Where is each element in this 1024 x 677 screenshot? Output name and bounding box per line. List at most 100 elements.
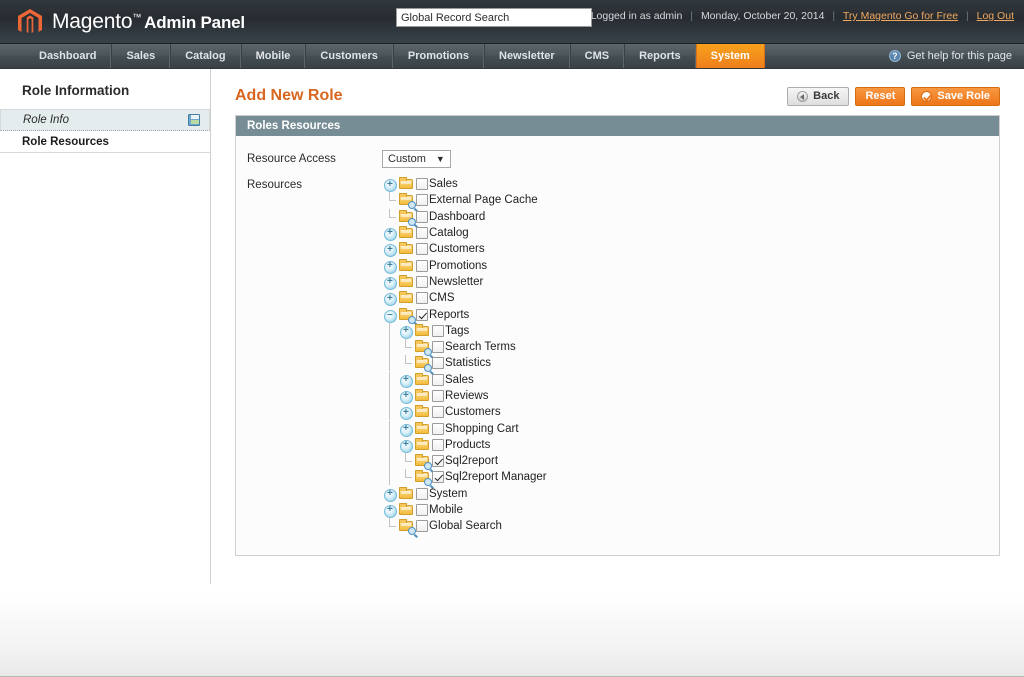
- tree-node[interactable]: Customers: [382, 404, 547, 421]
- tree-node[interactable]: Newsletter: [382, 274, 547, 290]
- magnifier-overlay-icon: [408, 527, 416, 536]
- expand-plus-icon[interactable]: [382, 241, 398, 258]
- save-role-button[interactable]: Save Role: [911, 86, 1000, 106]
- expand-plus-icon[interactable]: [382, 258, 398, 274]
- folder-shape: [415, 405, 429, 418]
- tree-node[interactable]: CMS: [382, 290, 547, 307]
- tree-node[interactable]: Global Search: [382, 518, 547, 536]
- expand-plus-icon[interactable]: [382, 176, 398, 193]
- folder-search-icon: [398, 519, 416, 536]
- expand-plus-icon[interactable]: [398, 388, 414, 404]
- tree-node[interactable]: System: [382, 486, 547, 502]
- reset-button-label: Reset: [865, 90, 896, 102]
- expand-plus-icon[interactable]: [398, 404, 414, 421]
- tree-node-label: Newsletter: [429, 275, 484, 288]
- tree-node-checkbox[interactable]: [432, 438, 444, 451]
- log-out-link[interactable]: Log Out: [977, 10, 1014, 22]
- nav-item-label: CMS: [584, 50, 610, 62]
- tree-node-checkbox[interactable]: [416, 520, 428, 533]
- tree-node-checkbox[interactable]: [416, 292, 428, 305]
- expand-plus-icon[interactable]: [382, 486, 398, 502]
- tree-node[interactable]: Mobile: [382, 502, 547, 519]
- nav-item-sales[interactable]: Sales: [111, 44, 171, 68]
- tree-node-checkbox[interactable]: [432, 341, 444, 354]
- tree-node-checkbox[interactable]: [432, 471, 444, 484]
- tree-node-checkbox[interactable]: [416, 308, 428, 321]
- tree-node[interactable]: Tags: [382, 322, 547, 339]
- tree-indent-guide: [382, 404, 398, 421]
- tree-node[interactable]: Sales: [382, 371, 547, 388]
- try-magento-go-link[interactable]: Try Magento Go for Free: [843, 10, 958, 22]
- tree-node-checkbox[interactable]: [432, 373, 444, 386]
- expand-plus-icon[interactable]: [382, 274, 398, 290]
- tree-line-icon: [398, 453, 414, 469]
- tree-node-checkbox[interactable]: [432, 324, 444, 337]
- tree-line-icon: [382, 208, 398, 225]
- expand-plus-icon[interactable]: [398, 437, 414, 453]
- reset-button[interactable]: Reset: [855, 86, 906, 106]
- tree-node[interactable]: Sql2report Manager: [382, 469, 547, 487]
- tree-node-checkbox[interactable]: [416, 178, 428, 191]
- tree-node[interactable]: Shopping Cart: [382, 420, 547, 437]
- global-search-input[interactable]: [396, 8, 592, 27]
- folder-shape: [399, 274, 413, 287]
- tree-node-checkbox[interactable]: [416, 227, 428, 240]
- tree-node[interactable]: Promotions: [382, 257, 547, 274]
- tree-node-checkbox[interactable]: [432, 357, 444, 370]
- back-button-label: Back: [813, 90, 840, 102]
- tree-node[interactable]: Dashboard: [382, 208, 547, 226]
- nav-item-cms[interactable]: CMS: [569, 44, 625, 68]
- get-help-label: Get help for this page: [906, 50, 1012, 62]
- expand-plus-icon[interactable]: [398, 323, 414, 339]
- tree-node-label: Sql2report Manager: [445, 471, 547, 484]
- tree-node-checkbox[interactable]: [432, 390, 444, 402]
- expand-plus-icon[interactable]: [398, 372, 414, 388]
- nav-item-catalog[interactable]: Catalog: [170, 44, 241, 68]
- nav-item-system[interactable]: System: [695, 44, 765, 68]
- collapse-minus-icon[interactable]: [382, 307, 398, 323]
- tree-node[interactable]: Reviews: [382, 388, 547, 404]
- sidebar-item-role-info[interactable]: Role Info: [0, 110, 210, 131]
- tree-node[interactable]: Customers: [382, 241, 547, 258]
- tree-node[interactable]: Sql2report: [382, 453, 547, 471]
- brand-name: Magento: [52, 9, 133, 33]
- tree-node-checkbox[interactable]: [416, 210, 428, 223]
- tree-node-label: Dashboard: [429, 210, 486, 223]
- tree-node-checkbox[interactable]: [416, 504, 428, 517]
- tree-node-checkbox[interactable]: [432, 422, 444, 435]
- expand-plus-icon[interactable]: [382, 225, 398, 242]
- get-help-link[interactable]: ? Get help for this page: [888, 44, 1012, 68]
- tree-node-checkbox[interactable]: [416, 487, 428, 500]
- nav-item-reports[interactable]: Reports: [624, 44, 696, 68]
- nav-item-newsletter[interactable]: Newsletter: [484, 44, 570, 68]
- tree-node[interactable]: External Page Cache: [382, 192, 547, 210]
- expand-plus-icon[interactable]: [382, 502, 398, 519]
- tree-node[interactable]: Catalog: [382, 225, 547, 242]
- tree-node[interactable]: Products: [382, 436, 547, 453]
- folder-icon: [414, 421, 431, 436]
- expand-plus-icon[interactable]: [398, 421, 414, 437]
- tree-node[interactable]: Search Terms: [382, 339, 547, 357]
- nav-item-customers[interactable]: Customers: [305, 44, 393, 68]
- tree-node-checkbox[interactable]: [432, 455, 444, 468]
- tree-node-checkbox[interactable]: [416, 275, 428, 288]
- nav-item-mobile[interactable]: Mobile: [240, 44, 306, 68]
- expand-plus-icon[interactable]: [382, 290, 398, 307]
- back-button[interactable]: Back: [787, 86, 850, 106]
- tree-node-checkbox[interactable]: [432, 406, 444, 419]
- tree-indent-guide: [382, 339, 398, 356]
- folder-icon: [398, 503, 415, 517]
- folder-icon: [398, 226, 415, 240]
- panel-title: Roles Resources: [236, 116, 999, 136]
- brand-logo[interactable]: Magento™ Admin Panel: [0, 8, 245, 36]
- tree-node[interactable]: Reports: [382, 306, 547, 324]
- tree-node[interactable]: Statistics: [382, 355, 547, 373]
- tree-node-checkbox[interactable]: [416, 243, 428, 256]
- tree-node[interactable]: Sales: [382, 176, 547, 193]
- resource-access-select[interactable]: Custom ▼: [382, 150, 451, 168]
- tree-node-checkbox[interactable]: [416, 259, 428, 272]
- nav-item-promotions[interactable]: Promotions: [392, 44, 484, 68]
- tree-node-checkbox[interactable]: [416, 194, 428, 207]
- sidebar-item-role-resources[interactable]: Role Resources: [0, 131, 210, 152]
- nav-item-dashboard[interactable]: Dashboard: [25, 44, 112, 68]
